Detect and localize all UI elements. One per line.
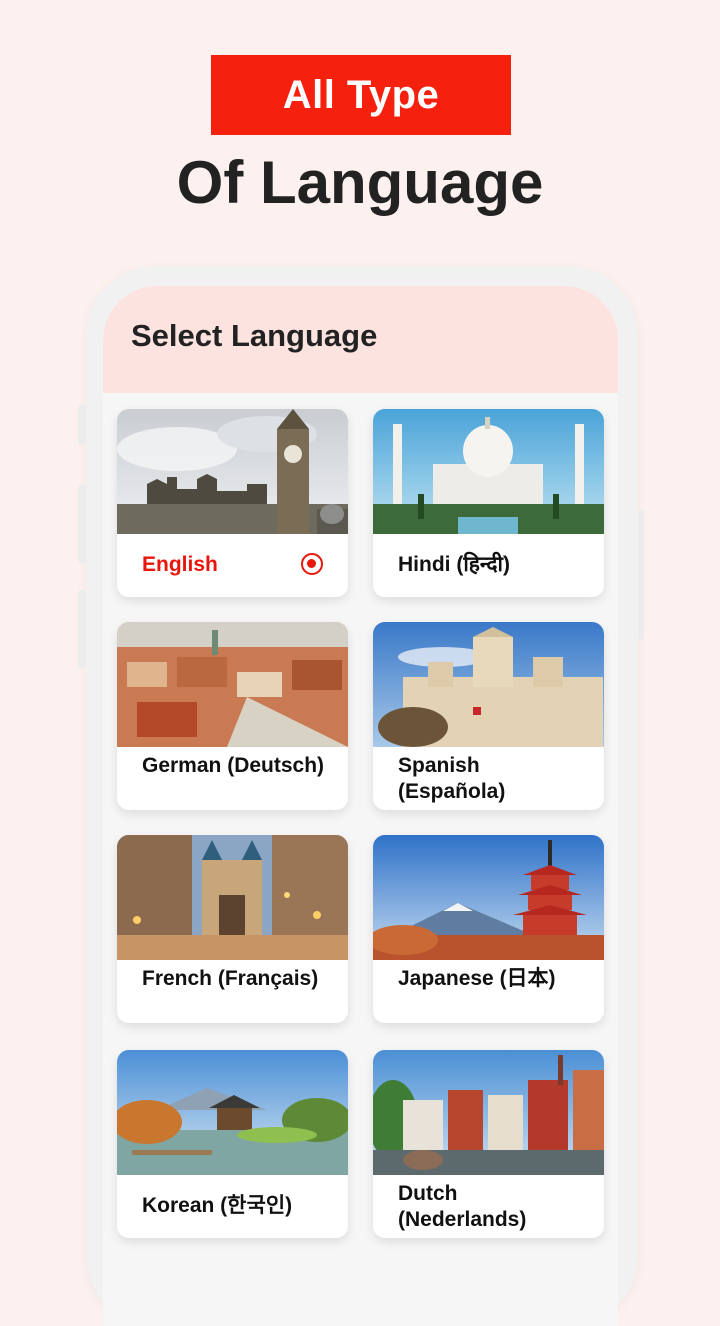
language-card-english[interactable]: English bbox=[117, 409, 348, 597]
phone-volume-down-button bbox=[78, 590, 86, 668]
german-city-image bbox=[117, 622, 348, 747]
language-card-hindi[interactable]: Hindi (हिन्दी) bbox=[373, 409, 604, 597]
app-header: Select Language bbox=[103, 286, 618, 393]
app-screen: Select Language English Hindi (हिन्दी) G… bbox=[103, 286, 618, 1326]
promo-badge: All Type bbox=[211, 55, 511, 135]
phone-power-button bbox=[638, 510, 644, 640]
language-label: Hindi (हिन्दी) bbox=[398, 553, 510, 576]
mount-fuji-image bbox=[373, 835, 604, 960]
korean-pavilion-image bbox=[117, 1050, 348, 1175]
language-card-spanish[interactable]: Spanish (Española) bbox=[373, 622, 604, 810]
bordeaux-gate-image bbox=[117, 835, 348, 960]
language-card-german[interactable]: German (Deutsch) bbox=[117, 622, 348, 810]
phone-volume-up-button bbox=[78, 485, 86, 563]
language-card-korean[interactable]: Korean (한국인) bbox=[117, 1050, 348, 1238]
language-label: Spanish (Española) bbox=[398, 754, 506, 803]
phone-side-button bbox=[78, 405, 86, 445]
language-label: Korean (한국인) bbox=[142, 1194, 293, 1217]
language-card-japanese[interactable]: Japanese (日本) bbox=[373, 835, 604, 1023]
taj-mahal-image bbox=[373, 409, 604, 534]
language-label: French (Français) bbox=[142, 967, 319, 990]
madrid-palace-image bbox=[373, 622, 604, 747]
big-ben-image bbox=[117, 409, 348, 534]
page-title: Select Language bbox=[131, 318, 378, 353]
dutch-houses-image bbox=[373, 1050, 604, 1175]
language-card-dutch[interactable]: Dutch (Nederlands) bbox=[373, 1050, 604, 1238]
promo-title: Of Language bbox=[176, 149, 544, 216]
language-label: Dutch (Nederlands) bbox=[398, 1182, 527, 1231]
radio-selected-icon[interactable] bbox=[301, 553, 323, 575]
language-label: German (Deutsch) bbox=[142, 754, 325, 777]
language-label: Japanese (日本) bbox=[398, 967, 556, 990]
language-card-french[interactable]: French (Français) bbox=[117, 835, 348, 1023]
